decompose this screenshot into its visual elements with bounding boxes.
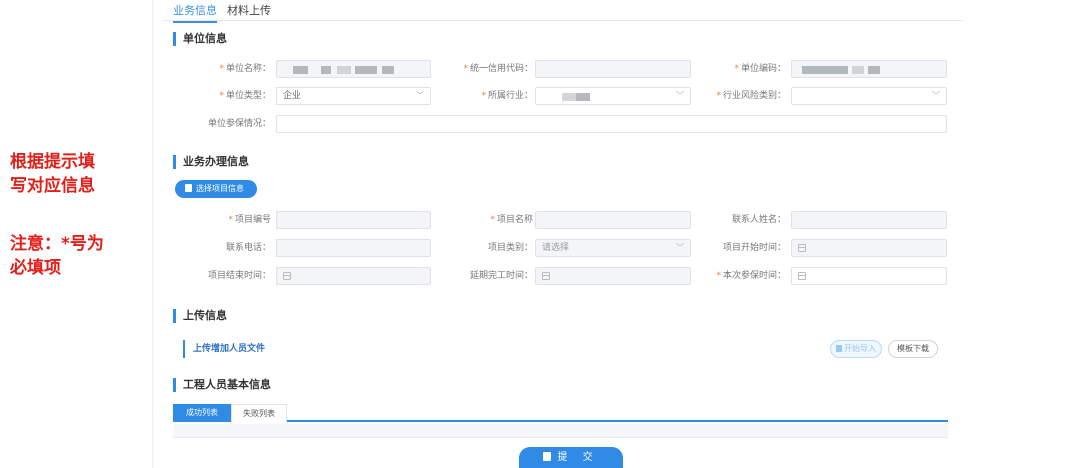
annotation-required-note: 注意：*号为 必填项 (10, 232, 104, 280)
section-title-upload: 上传信息 (173, 309, 227, 323)
calendar-icon (798, 272, 806, 280)
unit-type-label: * 单位类型： (219, 91, 271, 101)
submit-button[interactable]: 提 交 (519, 447, 623, 468)
annotation-line-4: 必填项 (10, 258, 61, 278)
contact-name-field[interactable] (791, 211, 947, 229)
chevron-down-icon: ﹀ (416, 91, 424, 100)
credit-code-label: * 统一信用代码： (463, 64, 533, 74)
start-import-button[interactable]: 开始导入 (830, 340, 882, 358)
document-icon (185, 184, 192, 192)
project-no-label: * 项目编号 (228, 215, 271, 225)
unit-name-field[interactable] (276, 60, 431, 78)
form-panel: 业务信息 材料上传 单位信息 *单位名称： *统一信用代码： *单位编码： (152, 0, 963, 468)
form-row-business-3: 项目结束时间： 延期完工时间： * 本次参保时间： (153, 267, 963, 285)
project-type-placeholder: 请选择 (542, 243, 570, 253)
upload-accent-bar (183, 340, 185, 358)
annotation-line-1: 根据提示填 (10, 152, 95, 172)
form-row-business-1: * 项目编号 * 项目名称 联系人姓名： (153, 211, 963, 229)
form-row-business-2: 联系电话： 项目类别： 请选择 ﹀ 项目开始时间： (153, 239, 963, 257)
insurance-status-field[interactable] (276, 115, 947, 133)
template-download-button[interactable]: 模板下载 (888, 340, 938, 358)
clipboard-icon (543, 452, 552, 461)
project-start-date[interactable] (791, 239, 947, 257)
project-type-label: 项目类别： (487, 243, 533, 253)
section-title-unit: 单位信息 (173, 32, 227, 46)
page-root: 根据提示填 写对应信息 注意：*号为 必填项 业务信息 材料上传 单位信息 * 单… (0, 0, 1080, 468)
project-name-field[interactable] (535, 211, 691, 229)
staff-list-tabs: 成功列表 失败列表 (173, 404, 948, 422)
risk-category-label: * 行业风险类别： (716, 91, 786, 101)
credit-code-field[interactable] (535, 60, 691, 78)
tab-divider (163, 20, 963, 21)
select-project-button[interactable]: 选择项目信息 (175, 180, 257, 198)
insure-time-date[interactable] (791, 267, 947, 285)
project-end-label: 项目结束时间： (207, 271, 271, 281)
delay-finish-date[interactable] (535, 267, 691, 285)
calendar-icon (542, 272, 550, 280)
calendar-icon (283, 272, 291, 280)
chevron-down-icon: ﹀ (676, 91, 684, 100)
section-title-staff: 工程人员基本信息 (173, 378, 271, 392)
annotation-line-3: 注意：*号为 (10, 234, 104, 254)
project-start-label: 项目开始时间： (722, 243, 786, 253)
project-no-field[interactable] (276, 211, 431, 229)
project-type-select[interactable]: 请选择 ﹀ (535, 239, 691, 257)
risk-category-select[interactable]: ﹀ (791, 87, 947, 105)
unit-type-select[interactable]: 企业 ﹀ (276, 87, 431, 105)
chevron-down-icon: ﹀ (676, 243, 684, 252)
tab-fail-list[interactable]: 失败列表 (231, 404, 287, 422)
phone-field[interactable] (276, 239, 431, 257)
annotation-hint: 根据提示填 写对应信息 (10, 150, 95, 198)
industry-label: * 所属行业： (481, 91, 533, 101)
contact-name-label: 联系人姓名： (731, 215, 786, 225)
delay-finish-label: 延期完工时间： (469, 271, 533, 281)
upload-file-label: 上传增加人员文件 (193, 344, 266, 354)
chevron-down-icon: ﹀ (932, 91, 940, 100)
insure-time-label: * 本次参保时间： (716, 271, 786, 281)
tab-success-list[interactable]: 成功列表 (173, 404, 231, 422)
unit-name-label: * 单位名称： (219, 64, 271, 74)
industry-select[interactable]: ﹀ (535, 87, 691, 105)
project-end-date[interactable] (276, 267, 431, 285)
phone-label: 联系电话： (225, 243, 271, 253)
unit-type-value: 企业 (283, 91, 302, 101)
section-title-business: 业务办理信息 (173, 155, 249, 169)
document-icon (836, 345, 842, 352)
staff-table (173, 424, 948, 438)
annotation-line-2: 写对应信息 (10, 176, 95, 196)
unit-code-label: * 单位编码： (734, 64, 786, 74)
form-row-unit-2: * 单位类型： 企业 ﹀ * 所属行业： ﹀ * 行业风险类别： ﹀ (153, 87, 963, 105)
form-row-unit-3: 单位参保情况： (153, 115, 963, 133)
form-row-unit-1: * 单位名称： * 统一信用代码： * 单位编码： (153, 60, 963, 78)
unit-code-field[interactable] (791, 60, 947, 78)
insurance-status-label: 单位参保情况： (207, 119, 271, 129)
project-name-label: * 项目名称 (490, 215, 533, 225)
calendar-icon (798, 244, 806, 252)
